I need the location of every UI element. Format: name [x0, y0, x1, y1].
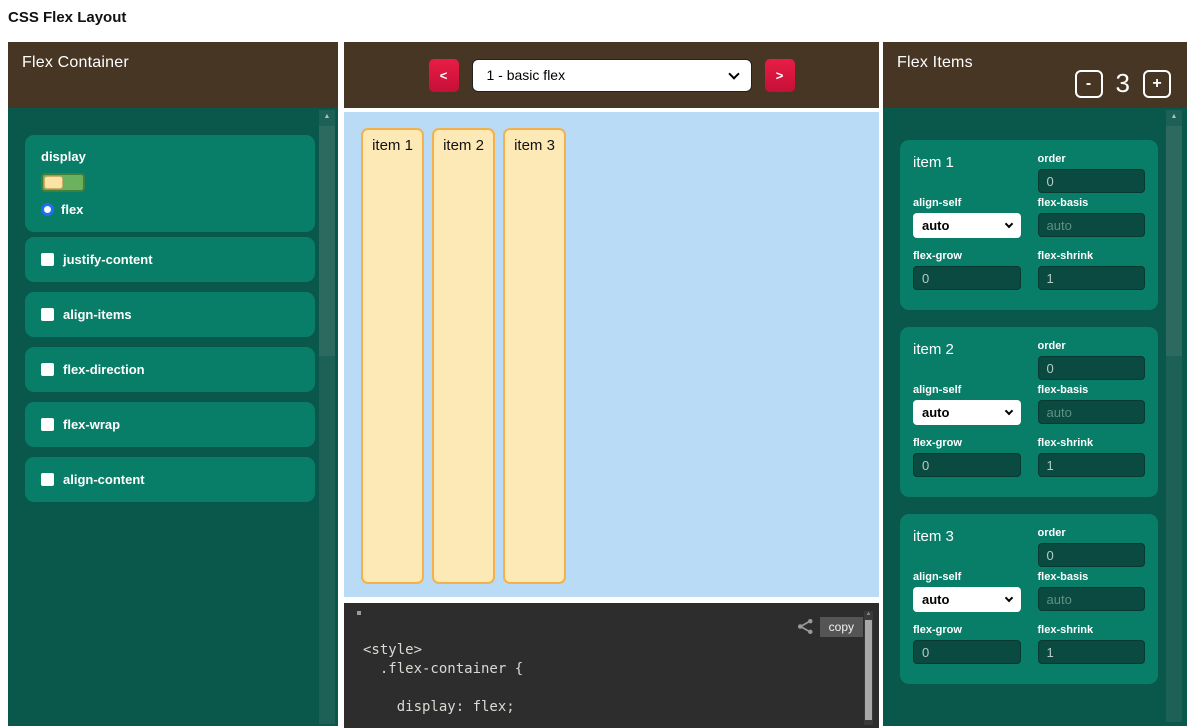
item-3-card: item 3 order align-self auto flex-basis — [900, 514, 1158, 684]
next-demo-button[interactable]: > — [765, 59, 795, 92]
item-2-align-self-select[interactable]: auto — [913, 400, 1021, 425]
flex-item-preview: item 3 — [503, 128, 566, 584]
flex-grow-label: flex-grow — [913, 624, 1021, 636]
order-label: order — [1038, 340, 1146, 352]
align-items-card: align-items — [25, 292, 315, 337]
left-scrollbar-thumb[interactable] — [319, 126, 335, 356]
item-count: 3 — [1116, 68, 1130, 99]
display-label: display — [41, 149, 299, 164]
code-caret-dot — [357, 611, 361, 615]
item-3-order-input[interactable] — [1038, 543, 1146, 567]
order-label: order — [1038, 153, 1146, 165]
code-scrollbar[interactable]: ▲ — [864, 611, 873, 725]
scroll-up-icon[interactable]: ▲ — [864, 611, 873, 617]
align-self-label: align-self — [913, 384, 1021, 396]
flex-grow-label: flex-grow — [913, 250, 1021, 262]
flex-items-panel: Flex Items - 3 + item 1 order align-self… — [883, 42, 1187, 726]
code-block: <style> .flex-container { display: flex; — [363, 641, 523, 717]
preview-panel: < 1 - basic flex > item 1 item 2 item 3 … — [344, 42, 879, 728]
code-line: display: flex; — [363, 699, 515, 715]
item-1-align-self-select[interactable]: auto — [913, 213, 1021, 238]
item-1-card: item 1 order align-self auto flex-basis — [900, 140, 1158, 310]
prev-demo-button[interactable]: < — [429, 59, 459, 92]
copy-button[interactable]: copy — [820, 617, 863, 637]
justify-content-label: justify-content — [63, 252, 153, 267]
align-content-card: align-content — [25, 457, 315, 502]
item-3-flex-grow-input[interactable] — [913, 640, 1021, 664]
increase-items-button[interactable]: + — [1143, 70, 1171, 98]
code-line: .flex-container { — [363, 661, 523, 677]
flex-shrink-label: flex-shrink — [1038, 624, 1146, 636]
item-count-control: - 3 + — [1075, 68, 1171, 99]
align-items-label: align-items — [63, 307, 132, 322]
order-label: order — [1038, 527, 1146, 539]
page-title: CSS Flex Layout — [8, 9, 126, 26]
item-3-title: item 3 — [913, 524, 1021, 568]
flex-container-body: display flex justify-content align-items… — [8, 108, 338, 726]
item-1-title: item 1 — [913, 150, 1021, 194]
align-content-label: align-content — [63, 472, 145, 487]
flex-grow-label: flex-grow — [913, 437, 1021, 449]
justify-content-checkbox[interactable] — [41, 253, 54, 266]
display-flex-radio-label: flex — [61, 202, 83, 217]
item-2-card: item 2 order align-self auto flex-basis — [900, 327, 1158, 497]
item-3-align-self-select[interactable]: auto — [913, 587, 1021, 612]
flex-shrink-label: flex-shrink — [1038, 250, 1146, 262]
item-2-title: item 2 — [913, 337, 1021, 381]
flex-shrink-label: flex-shrink — [1038, 437, 1146, 449]
share-icon[interactable] — [797, 618, 814, 635]
display-toggle-knob — [44, 176, 63, 189]
align-self-label: align-self — [913, 197, 1021, 209]
align-content-checkbox[interactable] — [41, 473, 54, 486]
demo-select[interactable]: 1 - basic flex — [472, 59, 752, 92]
flex-direction-checkbox[interactable] — [41, 363, 54, 376]
code-line: <style> — [363, 642, 422, 658]
item-3-flex-basis-input[interactable] — [1038, 587, 1146, 611]
flex-basis-label: flex-basis — [1038, 384, 1146, 396]
flex-items-body: item 1 order align-self auto flex-basis — [883, 108, 1187, 726]
demo-nav-bar: < 1 - basic flex > — [344, 42, 879, 108]
flex-wrap-checkbox[interactable] — [41, 418, 54, 431]
flex-container-panel: Flex Container display flex justify-cont… — [8, 42, 338, 726]
display-property-card: display flex — [25, 135, 315, 232]
flex-container-header: Flex Container — [8, 42, 338, 108]
scroll-up-icon[interactable]: ▲ — [319, 113, 335, 121]
flex-preview-container: item 1 item 2 item 3 — [344, 112, 879, 597]
item-2-flex-grow-input[interactable] — [913, 453, 1021, 477]
flex-items-header: Flex Items - 3 + — [883, 42, 1187, 108]
code-scrollbar-thumb[interactable] — [865, 620, 872, 720]
display-flex-radio[interactable] — [41, 203, 54, 216]
flex-item-preview: item 1 — [361, 128, 424, 584]
flex-wrap-card: flex-wrap — [25, 402, 315, 447]
item-3-flex-shrink-input[interactable] — [1038, 640, 1146, 664]
flex-basis-label: flex-basis — [1038, 197, 1146, 209]
item-2-flex-shrink-input[interactable] — [1038, 453, 1146, 477]
decrease-items-button[interactable]: - — [1075, 70, 1103, 98]
item-1-flex-shrink-input[interactable] — [1038, 266, 1146, 290]
left-panel-scrollbar[interactable]: ▲ — [319, 110, 335, 724]
code-panel: <style> .flex-container { display: flex;… — [344, 603, 879, 728]
item-1-flex-grow-input[interactable] — [913, 266, 1021, 290]
item-1-flex-basis-input[interactable] — [1038, 213, 1146, 237]
flex-item-preview: item 2 — [432, 128, 495, 584]
item-2-flex-basis-input[interactable] — [1038, 400, 1146, 424]
right-panel-scrollbar[interactable]: ▲ — [1166, 110, 1182, 722]
justify-content-card: justify-content — [25, 237, 315, 282]
flex-direction-label: flex-direction — [63, 362, 145, 377]
scroll-up-icon[interactable]: ▲ — [1166, 113, 1182, 121]
align-self-label: align-self — [913, 571, 1021, 583]
right-scrollbar-thumb[interactable] — [1166, 126, 1182, 356]
item-2-order-input[interactable] — [1038, 356, 1146, 380]
flex-items-title: Flex Items — [897, 54, 973, 72]
flex-direction-card: flex-direction — [25, 347, 315, 392]
align-items-checkbox[interactable] — [41, 308, 54, 321]
item-1-order-input[interactable] — [1038, 169, 1146, 193]
flex-wrap-label: flex-wrap — [63, 417, 120, 432]
flex-container-title: Flex Container — [22, 54, 129, 72]
display-toggle[interactable] — [41, 173, 85, 192]
flex-basis-label: flex-basis — [1038, 571, 1146, 583]
